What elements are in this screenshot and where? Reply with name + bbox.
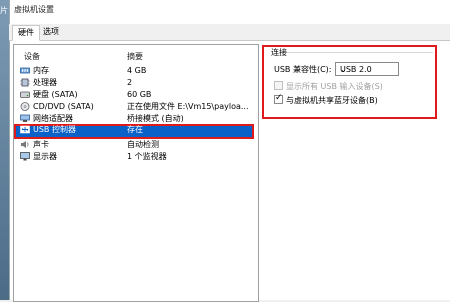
device-row-cd-dvd[interactable]: CD/DVD (SATA) 正在使用文件 E:\Vm15\payloa... [14,101,254,113]
usb-controller-icon [20,125,30,134]
tab-options[interactable]: 选项 [38,25,64,39]
device-row-hard-disk[interactable]: 硬盘 (SATA) 60 GB [14,89,254,101]
show-all-usb-label: 显示所有 USB 输入设备(S) [286,82,383,91]
connection-group-title: 连接 [271,48,287,57]
group-divider [287,52,433,53]
usb-compat-label: USB 兼容性(C): [274,65,332,74]
network-adapter-icon [20,114,30,122]
desktop-background [0,0,9,300]
device-label: 内存 [33,66,49,75]
device-label: 声卡 [33,140,49,149]
device-label: USB 控制器 [33,125,76,134]
device-row-processor[interactable]: 处理器 2 [14,77,254,89]
processor-icon [20,78,30,87]
device-label: 显示器 [33,152,57,161]
device-summary: 自动检测 [127,140,159,149]
device-label: CD/DVD (SATA) [33,102,94,111]
device-summary: 存在 [127,125,143,134]
chevron-down-icon: ⌄ [340,65,347,74]
device-label: 处理器 [33,78,57,87]
device-summary: 60 GB [127,90,152,99]
device-row-sound-card[interactable]: 声卡 自动检测 [14,139,254,151]
tab-bar [9,24,450,41]
sound-card-icon [21,141,29,148]
usb-compat-select[interactable]: USB 2.0 ⌄ [335,62,399,76]
device-summary: 正在使用文件 E:\Vm15\payloa... [127,102,249,111]
desktop-fragment-text: 片 [0,6,8,15]
device-summary: 4 GB [127,66,147,75]
device-summary: 2 [127,78,133,87]
device-row-usb-controller[interactable]: USB 控制器 存在 [14,124,254,139]
device-row-display[interactable]: 显示器 1 个监视器 [14,151,254,163]
display-icon [20,152,30,161]
share-bluetooth-checkbox[interactable] [274,93,283,104]
device-label: 硬盘 (SATA) [33,90,78,99]
device-summary: 1 个监视器 [127,152,167,161]
column-header-device: 设备 [24,52,40,61]
tab-hardware[interactable]: 硬件 [12,25,40,41]
column-header-summary: 摘要 [127,52,143,61]
memory-icon [20,67,30,74]
cd-dvd-icon [20,102,30,111]
window-title: 虚拟机设置 [14,5,54,14]
device-row-memory[interactable]: 内存 4 GB [14,65,254,77]
hard-disk-icon [20,91,30,98]
show-all-usb-checkbox[interactable] [274,81,283,90]
share-bluetooth-label: 与虚拟机共享蓝牙设备(B) [286,96,378,105]
